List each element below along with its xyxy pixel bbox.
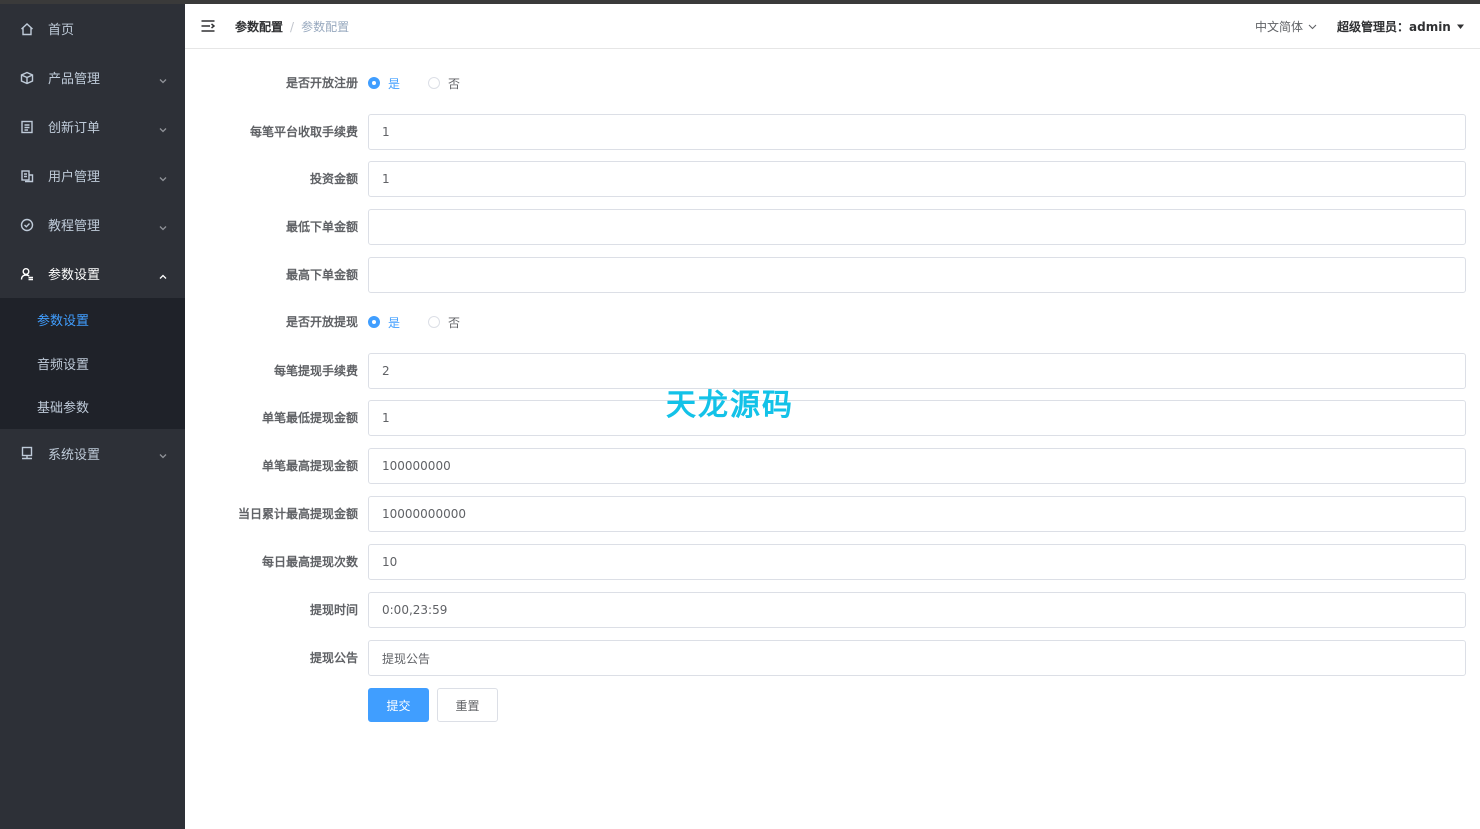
daily-max-count-input[interactable] — [368, 544, 1466, 580]
form-row-min-order: 最低下单金额 — [185, 209, 1480, 245]
caret-down-icon — [1456, 24, 1464, 29]
form-label: 投资金额 — [309, 172, 358, 186]
sidebar-item-users[interactable]: 用户管理 — [0, 151, 185, 200]
box-icon — [20, 71, 34, 85]
language-selector[interactable]: 中文简体 — [1255, 18, 1317, 35]
submenu-item-basic[interactable]: 基础参数 — [0, 385, 185, 429]
form-row-platform-fee: 每笔平台收取手续费 — [185, 114, 1480, 150]
main-content: 参数配置 / 参数配置 中文简体 超级管理员：admin 是否开放注册 是 否 … — [185, 4, 1480, 829]
form-label: 提现时间 — [309, 603, 358, 617]
open-register-radio-no[interactable]: 否 — [428, 75, 460, 92]
user-label: 超级管理员：admin — [1337, 20, 1451, 34]
order-icon — [20, 120, 34, 134]
sidebar-item-label: 教程管理 — [48, 219, 101, 234]
params-submenu: 参数设置 音频设置 基础参数 — [0, 298, 185, 429]
check-circle-icon — [20, 218, 34, 232]
chevron-down-icon — [159, 74, 167, 83]
max-order-input[interactable] — [368, 257, 1466, 293]
radio-dot — [368, 316, 380, 328]
withdraw-notice-input[interactable] — [368, 640, 1466, 676]
submit-button[interactable]: 提交 — [368, 688, 429, 722]
sidebar-item-label: 产品管理 — [48, 72, 101, 87]
breadcrumb: 参数配置 / 参数配置 — [235, 18, 349, 35]
user-dropdown[interactable]: 超级管理员：admin — [1337, 18, 1465, 35]
sidebar-item-tutorials[interactable]: 教程管理 — [0, 200, 185, 249]
monitor-icon — [20, 446, 34, 460]
form-label: 最高下单金额 — [285, 268, 358, 282]
form-label: 每笔平台收取手续费 — [249, 125, 358, 139]
invest-amount-input[interactable] — [368, 161, 1466, 197]
form-label: 提现公告 — [309, 651, 358, 665]
form-row-daily-total-max: 当日累计最高提现金额 — [185, 496, 1480, 532]
single-min-withdraw-input[interactable] — [368, 400, 1466, 436]
hamburger-icon[interactable] — [201, 19, 216, 33]
single-max-withdraw-input[interactable] — [368, 448, 1466, 484]
form-row-invest-amount: 投资金额 — [185, 161, 1480, 197]
form-row-open-withdraw: 是否开放提现 是 否 — [185, 304, 1480, 340]
users-icon — [20, 169, 34, 183]
sidebar-item-label: 系统设置 — [48, 447, 101, 463]
sidebar-item-params[interactable]: 参数设置 — [0, 249, 185, 298]
radio-label: 否 — [448, 76, 461, 91]
form-row-single-max-withdraw: 单笔最高提现金额 — [185, 448, 1480, 484]
withdraw-fee-input[interactable] — [368, 353, 1466, 389]
home-icon — [20, 22, 34, 36]
sidebar-item-label: 创新订单 — [48, 121, 101, 136]
sidebar-item-label: 用户管理 — [48, 170, 101, 185]
form-row-open-register: 是否开放注册 是 否 — [185, 65, 1480, 101]
withdraw-time-input[interactable] — [368, 592, 1466, 628]
daily-total-max-input[interactable] — [368, 496, 1466, 532]
open-withdraw-radio-no[interactable]: 否 — [428, 314, 460, 331]
form-row-single-min-withdraw: 单笔最低提现金额 — [185, 400, 1480, 436]
form-label: 每笔提现手续费 — [273, 364, 358, 378]
platform-fee-input[interactable] — [368, 114, 1466, 150]
sidebar-item-products[interactable]: 产品管理 — [0, 53, 185, 102]
form-label: 当日累计最高提现金额 — [237, 507, 358, 521]
form-label: 每日最高提现次数 — [261, 555, 358, 569]
form-row-withdraw-notice: 提现公告 — [185, 640, 1480, 676]
sidebar: 首页 产品管理 创新订单 用户管理 教程管理 参数设置 参数设置 音频设置 基础… — [0, 4, 185, 829]
chevron-down-icon — [1308, 24, 1317, 30]
watermark-text: 天龙源码 — [666, 388, 794, 423]
radio-dot — [428, 316, 441, 328]
chevron-down-icon — [159, 123, 167, 132]
open-register-radio-group: 是 否 — [368, 65, 488, 101]
breadcrumb-separator: / — [290, 19, 295, 34]
form-row-max-order: 最高下单金额 — [185, 257, 1480, 293]
radio-label: 否 — [448, 315, 461, 330]
reset-button[interactable]: 重置 — [437, 688, 498, 722]
form-label: 是否开放提现 — [285, 315, 358, 329]
navbar: 参数配置 / 参数配置 中文简体 超级管理员：admin — [185, 4, 1480, 49]
chevron-down-icon — [159, 449, 167, 459]
form-row-daily-max-count: 每日最高提现次数 — [185, 544, 1480, 580]
chevron-down-icon — [159, 172, 167, 181]
radio-dot — [428, 77, 441, 89]
sidebar-item-system[interactable]: 系统设置 — [0, 429, 185, 478]
breadcrumb-item[interactable]: 参数配置 — [235, 18, 283, 35]
form-row-withdraw-time: 提现时间 — [185, 592, 1480, 628]
open-register-radio-yes[interactable]: 是 — [368, 75, 400, 92]
language-label: 中文简体 — [1255, 20, 1304, 34]
form-label: 是否开放注册 — [285, 76, 358, 90]
breadcrumb-current: 参数配置 — [301, 20, 350, 34]
sidebar-item-label: 参数设置 — [48, 268, 101, 283]
form-label: 最低下单金额 — [285, 220, 358, 234]
sidebar-item-label: 首页 — [48, 23, 75, 38]
form-label: 单笔最低提现金额 — [261, 411, 358, 425]
form-row-withdraw-fee: 每笔提现手续费 — [185, 353, 1480, 389]
open-withdraw-radio-group: 是 否 — [368, 304, 488, 340]
user-setting-icon — [20, 267, 34, 281]
chevron-down-icon — [159, 221, 167, 230]
chevron-up-icon — [159, 270, 167, 279]
sidebar-item-orders[interactable]: 创新订单 — [0, 102, 185, 151]
radio-label: 是 — [388, 76, 401, 91]
min-order-input[interactable] — [368, 209, 1466, 245]
radio-dot — [368, 77, 380, 89]
form-label: 单笔最高提现金额 — [261, 459, 358, 473]
submenu-item-audio[interactable]: 音频设置 — [0, 342, 185, 386]
open-withdraw-radio-yes[interactable]: 是 — [368, 314, 400, 331]
radio-label: 是 — [388, 315, 401, 330]
submenu-item-params[interactable]: 参数设置 — [0, 298, 185, 342]
sidebar-item-home[interactable]: 首页 — [0, 4, 185, 53]
